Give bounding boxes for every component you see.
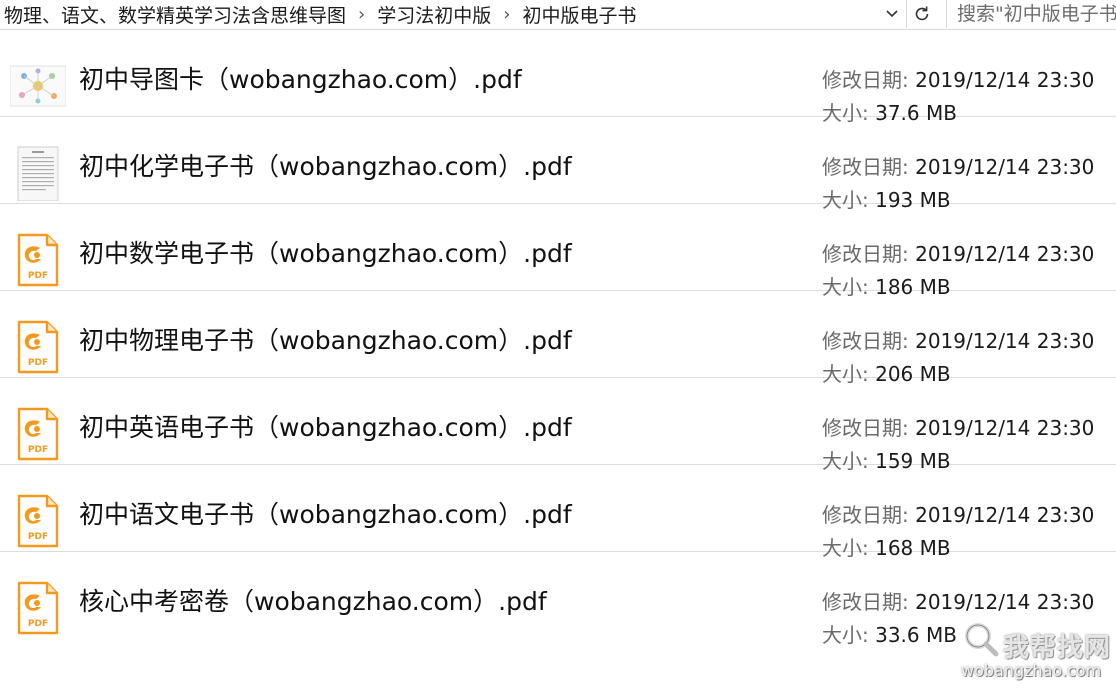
file-row[interactable]: 初中化学电子书（wobangzhao.com）.pdf 修改日期: 2019/1…: [0, 117, 1116, 212]
modified-value: 2019/12/14 23:30: [915, 329, 1095, 353]
chevron-down-icon: [886, 10, 898, 18]
modified-label: 修改日期:: [822, 242, 909, 266]
pdf-label: PDF: [28, 358, 48, 368]
modified-label: 修改日期:: [822, 416, 909, 440]
address-history-dropdown-button[interactable]: [880, 0, 904, 28]
breadcrumb-item[interactable]: 学习法初中版: [373, 1, 495, 28]
chevron-right-icon[interactable]: ›: [350, 4, 373, 25]
modified-label: 修改日期:: [822, 503, 909, 527]
file-name[interactable]: 初中导图卡（wobangzhao.com）.pdf: [79, 60, 522, 96]
file-row[interactable]: PDF 初中语文电子书（wobangzhao.com）.pdf 修改日期: 20…: [0, 465, 1116, 560]
pdf-file-icon: PDF: [17, 581, 59, 635]
modified-label: 修改日期:: [822, 155, 909, 179]
chevron-right-icon[interactable]: ›: [495, 4, 518, 25]
address-bar: 物理、语文、数学精英学习法含思维导图 › 学习法初中版 › 初中版电子书: [0, 0, 1116, 30]
search-input[interactable]: [947, 0, 1116, 28]
modified-value: 2019/12/14 23:30: [915, 155, 1095, 179]
pdf-label: PDF: [28, 271, 48, 281]
breadcrumb-item[interactable]: 初中版电子书: [518, 1, 640, 28]
file-name[interactable]: 初中语文电子书（wobangzhao.com）.pdf: [79, 495, 572, 531]
breadcrumb: 物理、语文、数学精英学习法含思维导图 › 学习法初中版 › 初中版电子书: [0, 0, 880, 28]
pdf-file-icon: PDF: [17, 320, 59, 374]
watermark-text: 我帮找网: [1003, 633, 1112, 663]
file-row[interactable]: PDF 初中物理电子书（wobangzhao.com）.pdf 修改日期: 20…: [0, 291, 1116, 386]
modified-value: 2019/12/14 23:30: [915, 68, 1095, 92]
modified-value: 2019/12/14 23:30: [915, 416, 1095, 440]
search-box[interactable]: [946, 0, 1116, 28]
refresh-icon: [915, 6, 929, 21]
modified-label: 修改日期:: [822, 68, 909, 92]
size-label: 大小:: [822, 623, 869, 647]
pdf-file-icon: PDF: [17, 494, 59, 548]
pdf-label: PDF: [28, 619, 48, 629]
file-row[interactable]: PDF 初中英语电子书（wobangzhao.com）.pdf 修改日期: 20…: [0, 378, 1116, 473]
site-watermark: 我帮找网 wobangzhao.com: [955, 615, 1115, 689]
refresh-button[interactable]: [906, 0, 937, 28]
file-name[interactable]: 初中数学电子书（wobangzhao.com）.pdf: [79, 234, 572, 270]
modified-value: 2019/12/14 23:30: [915, 503, 1095, 527]
modified-value: 2019/12/14 23:30: [915, 590, 1095, 614]
modified-label: 修改日期:: [822, 590, 909, 614]
file-name[interactable]: 核心中考密卷（wobangzhao.com）.pdf: [79, 582, 547, 618]
pdf-label: PDF: [28, 445, 48, 455]
file-name[interactable]: 初中物理电子书（wobangzhao.com）.pdf: [79, 321, 572, 357]
pdf-file-icon: PDF: [17, 233, 59, 287]
breadcrumb-item[interactable]: 物理、语文、数学精英学习法含思维导图: [0, 1, 350, 28]
file-list: 初中导图卡（wobangzhao.com）.pdf 修改日期: 2019/12/…: [0, 30, 1116, 647]
size-value: 33.6 MB: [875, 623, 957, 647]
file-explorer-window: 物理、语文、数学精英学习法含思维导图 › 学习法初中版 › 初中版电子书 搜索"…: [0, 0, 1116, 689]
file-name[interactable]: 初中英语电子书（wobangzhao.com）.pdf: [79, 408, 572, 444]
mindmap-thumbnail-icon: [10, 65, 66, 107]
document-thumbnail-icon: [17, 146, 59, 201]
file-row[interactable]: 初中导图卡（wobangzhao.com）.pdf 修改日期: 2019/12/…: [0, 30, 1116, 125]
pdf-file-icon: PDF: [17, 407, 59, 461]
file-name[interactable]: 初中化学电子书（wobangzhao.com）.pdf: [79, 147, 572, 183]
magnifier-logo-icon: [965, 623, 999, 657]
file-row[interactable]: PDF 核心中考密卷（wobangzhao.com）.pdf 修改日期: 201…: [0, 552, 1116, 647]
modified-value: 2019/12/14 23:30: [915, 242, 1095, 266]
watermark-domain: wobangzhao.com: [961, 661, 1102, 680]
file-row[interactable]: PDF 初中数学电子书（wobangzhao.com）.pdf 修改日期: 20…: [0, 204, 1116, 299]
modified-label: 修改日期:: [822, 329, 909, 353]
pdf-label: PDF: [28, 532, 48, 542]
